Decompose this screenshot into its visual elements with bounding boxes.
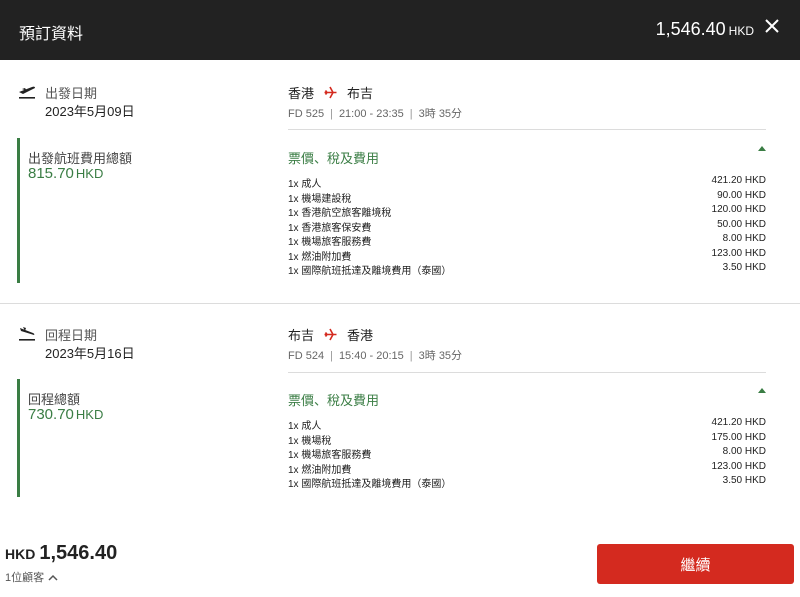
- fare-item-amount: 421.20 HKD: [711, 417, 766, 428]
- fare-item-name: 1x 燃油附加費: [288, 251, 352, 263]
- fare-item-amount: 50.00 HKD: [717, 218, 766, 230]
- outbound-flight-number: FD 525: [288, 108, 325, 120]
- plane-takeoff-icon: [19, 86, 35, 99]
- outbound-flight-info: FD 525 | 21:00 - 23:35 | 3時 35分: [288, 105, 462, 121]
- return-total-block: 回程總額 730.70 HKD: [17, 379, 103, 497]
- return-origin: 布吉: [288, 328, 315, 343]
- passenger-count: 1位顧客: [5, 572, 45, 584]
- return-flight-info: FD 524 | 15:40 - 20:15 | 3時 35分: [288, 347, 462, 363]
- fare-item-name: 1x 香港航空旅客離境稅: [288, 208, 392, 219]
- outbound-fare-list: 1x 成人 421.20 HKD 1x 機場建設稅 90.00 HKD 1x 香港航…: [288, 175, 766, 277]
- plane-arrow-icon: [324, 328, 337, 341]
- fare-item: 1x 機場旅客服務費 8.00 HKD: [288, 233, 766, 248]
- booking-footer: HKD 1,546.40 1位顧客 繼續: [0, 514, 800, 597]
- fare-item-name: 1x 機場旅客服務費: [288, 237, 372, 248]
- outbound-total-block: 出發航班費用總額 815.70 HKD: [17, 138, 132, 283]
- outbound-fare-title: 票價、稅及費用: [288, 151, 380, 166]
- passenger-count-toggle[interactable]: 1位顧客: [5, 569, 58, 585]
- header-total-currency: HKD: [728, 24, 754, 38]
- return-flight-duration: 3時 35分: [418, 350, 463, 362]
- return-flight-number: FD 524: [288, 350, 325, 362]
- return-total-value: 730.70 HKD: [28, 406, 103, 423]
- outbound-total-value: 815.70 HKD: [28, 165, 103, 182]
- outbound-section: 出發日期 2023年5月09日 出發航班費用總額 815.70 HKD 香港 布吉 …: [0, 60, 800, 303]
- fare-item-name: 1x 機場稅: [288, 435, 332, 447]
- outbound-flight-time: 21:00 - 23:35: [338, 108, 404, 120]
- return-destination: 香港: [347, 328, 374, 343]
- return-total-currency: HKD: [75, 407, 104, 422]
- footer-total: HKD 1,546.40: [5, 542, 117, 565]
- header-total: 1,546.40 HKD: [656, 19, 754, 40]
- divider: [288, 129, 766, 130]
- return-route: 布吉 香港: [288, 325, 373, 344]
- return-section: 回程日期 2023年5月16日 回程總額 730.70 HKD 布吉 香港 FD 5…: [0, 304, 800, 514]
- footer-currency: HKD: [5, 546, 36, 562]
- return-fare-title: 票價、稅及費用: [288, 393, 380, 408]
- fare-item-amount: 3.50 HKD: [722, 262, 766, 273]
- outbound-destination: 布吉: [347, 86, 374, 101]
- outbound-total-currency: HKD: [75, 166, 104, 181]
- outbound-date-value: 2023年5月09日: [45, 104, 135, 119]
- fare-item: 1x 機場建設稅 90.00 HKD: [288, 190, 766, 205]
- close-icon[interactable]: [762, 16, 782, 36]
- fare-item-name: 1x 成人: [288, 179, 322, 190]
- fare-item: 1x 燃油附加費 123.00 HKD: [288, 248, 766, 263]
- fare-item: 1x 成人 421.20 HKD: [288, 417, 766, 432]
- return-fare-list: 1x 成人 421.20 HKD 1x 機場稅 175.00 HKD 1x 機場旅客…: [288, 417, 766, 490]
- chevron-up-icon: [48, 574, 58, 581]
- fare-item-name: 1x 機場旅客服務費: [288, 450, 372, 461]
- outbound-total-amount: 815.70: [28, 165, 74, 182]
- fare-item-name: 1x 機場建設稅: [288, 193, 352, 205]
- fare-item-name: 1x 成人: [288, 421, 322, 432]
- fare-item-amount: 421.20 HKD: [711, 175, 766, 186]
- fare-item-name: 1x 燃油附加費: [288, 464, 352, 476]
- fare-item-amount: 3.50 HKD: [722, 475, 766, 486]
- fare-item: 1x 機場旅客服務費 8.00 HKD: [288, 446, 766, 461]
- fare-item-name: 1x 國際航班抵達及離境費用（泰國）: [288, 266, 452, 277]
- fare-item-name: 1x 香港旅客保安費: [288, 222, 372, 234]
- outbound-flight-duration: 3時 35分: [418, 108, 463, 120]
- outbound-collapse-caret[interactable]: [758, 146, 766, 151]
- footer-amount: 1,546.40: [39, 542, 118, 564]
- fare-item: 1x 香港旅客保安費 50.00 HKD: [288, 219, 766, 234]
- fare-item-amount: 120.00 HKD: [711, 204, 766, 215]
- separator: |: [409, 108, 413, 120]
- fare-item-amount: 8.00 HKD: [722, 233, 766, 244]
- fare-item: 1x 燃油附加費 123.00 HKD: [288, 461, 766, 476]
- fare-item: 1x 香港航空旅客離境稅 120.00 HKD: [288, 204, 766, 219]
- separator: |: [409, 350, 413, 362]
- fare-item-amount: 123.00 HKD: [711, 460, 766, 472]
- separator: |: [330, 108, 333, 120]
- booking-header: 預訂資料 1,546.40 HKD: [0, 0, 800, 60]
- return-total-amount: 730.70: [28, 406, 74, 423]
- fare-item: 1x 國際航班抵達及離境費用（泰國） 3.50 HKD: [288, 262, 766, 277]
- fare-item: 1x 成人 421.20 HKD: [288, 175, 766, 190]
- fare-item-amount: 175.00 HKD: [711, 431, 766, 443]
- fare-item: 1x 機場稅 175.00 HKD: [288, 432, 766, 447]
- return-collapse-caret[interactable]: [758, 388, 766, 393]
- return-date-label: 回程日期: [45, 328, 98, 343]
- outbound-route: 香港 布吉: [288, 83, 373, 102]
- separator: |: [330, 350, 333, 362]
- fare-item-name: 1x 國際航班抵達及離境費用（泰國）: [288, 479, 452, 490]
- fare-item-amount: 90.00 HKD: [717, 189, 766, 201]
- plane-arrow-icon: [324, 86, 337, 99]
- outbound-date-label: 出發日期: [45, 86, 98, 101]
- fare-item-amount: 123.00 HKD: [711, 247, 766, 259]
- page-title: 預訂資料: [19, 26, 84, 43]
- outbound-origin: 香港: [288, 86, 315, 101]
- return-date-value: 2023年5月16日: [45, 346, 135, 361]
- plane-landing-icon: [19, 327, 35, 341]
- divider: [288, 372, 766, 373]
- fare-item: 1x 國際航班抵達及離境費用（泰國） 3.50 HKD: [288, 475, 766, 490]
- return-flight-time: 15:40 - 20:15: [338, 350, 404, 362]
- header-total-amount: 1,546.40: [655, 19, 726, 39]
- continue-button[interactable]: 繼續: [597, 544, 794, 584]
- fare-item-amount: 8.00 HKD: [722, 446, 766, 457]
